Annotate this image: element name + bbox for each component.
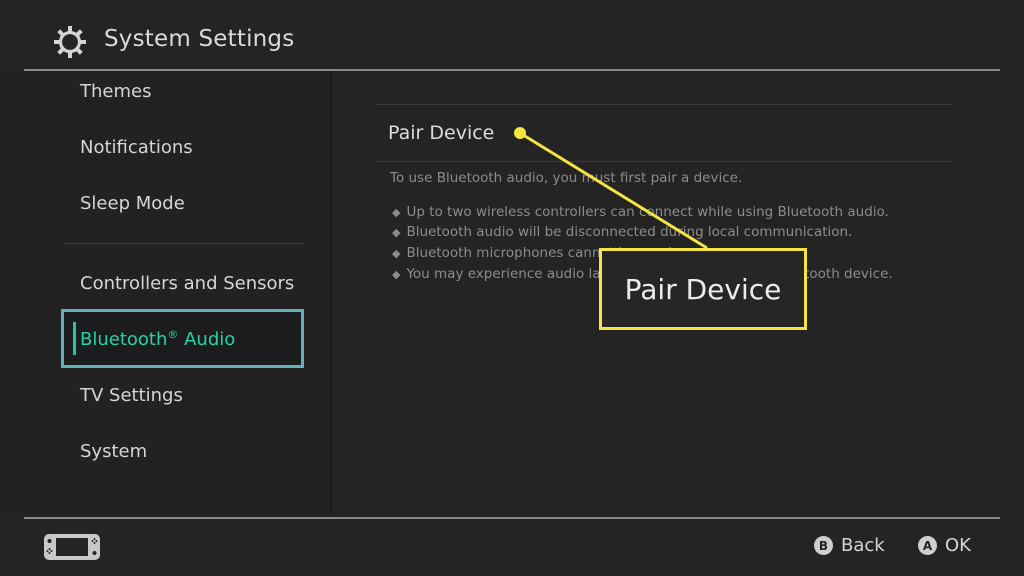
b-button-icon: B	[814, 536, 833, 555]
sidebar-divider	[330, 71, 332, 517]
diamond-icon: ◆	[392, 268, 401, 281]
callout-box: Pair Device	[599, 248, 807, 330]
selection-indicator	[73, 322, 76, 355]
sidebar-separator	[64, 243, 304, 244]
sidebar-item-notifications[interactable]: Notifications	[80, 137, 193, 158]
description-text: To use Bluetooth audio, you must first p…	[390, 170, 743, 186]
back-label: Back	[841, 535, 885, 556]
gear-icon	[54, 26, 86, 58]
callout-dot	[514, 127, 526, 139]
sidebar-item-themes[interactable]: Themes	[80, 81, 151, 102]
page-title: System Settings	[104, 26, 295, 52]
bullet-item: ◆ Up to two wireless controllers can conn…	[392, 204, 889, 220]
diamond-icon: ◆	[392, 226, 401, 239]
sidebar-item-system[interactable]: System	[80, 441, 147, 462]
bullet-item: ◆ Bluetooth audio will be disconnected du…	[392, 224, 853, 240]
diamond-icon: ◆	[392, 206, 401, 219]
sidebar-item-controllers-and-sensors[interactable]: Controllers and Sensors	[80, 273, 294, 294]
option-top-divider	[376, 104, 952, 105]
sidebar-item-sleep-mode[interactable]: Sleep Mode	[80, 193, 185, 214]
console-icon	[44, 534, 100, 560]
sidebar-item-tv-settings[interactable]: TV Settings	[80, 385, 183, 406]
a-button-icon: A	[918, 536, 937, 555]
footer-divider	[24, 517, 1000, 519]
option-bottom-divider	[376, 161, 952, 162]
pair-device-option[interactable]: Pair Device	[388, 122, 494, 144]
back-button[interactable]: B Back	[814, 535, 885, 556]
diamond-icon: ◆	[392, 247, 401, 260]
sidebar-item-bluetooth-audio[interactable]: Bluetooth® Audio	[61, 309, 304, 368]
ok-button[interactable]: A OK	[918, 535, 971, 556]
sidebar-item-label: Bluetooth® Audio	[80, 328, 236, 350]
callout-text: Pair Device	[624, 272, 782, 306]
header: System Settings	[0, 0, 1024, 70]
ok-label: OK	[945, 535, 971, 556]
